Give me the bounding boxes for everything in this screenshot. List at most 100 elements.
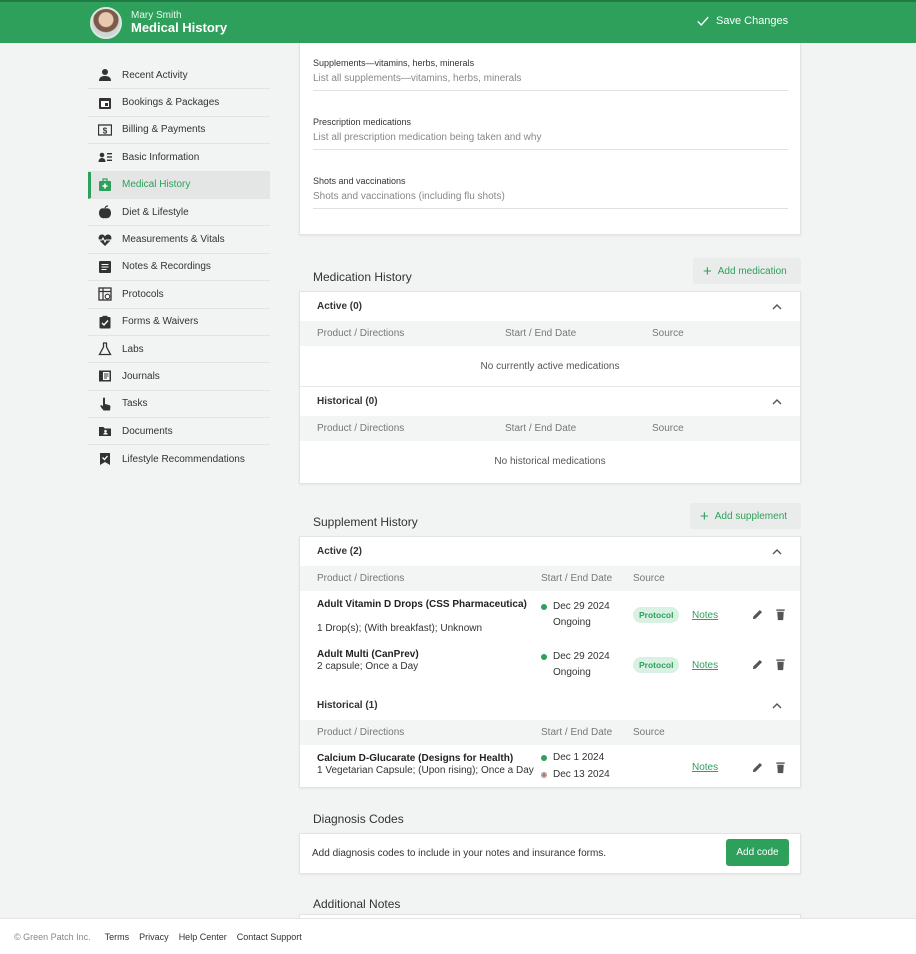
vaccinations-field-label: Shots and vaccinations	[313, 176, 406, 186]
pencil-icon[interactable]	[751, 761, 764, 774]
prescription-field-input[interactable]: List all prescription medication being t…	[313, 132, 788, 150]
supplement-active-header[interactable]: Active (2)	[300, 537, 800, 566]
chevron-up-icon[interactable]	[771, 546, 783, 558]
add-medication-button[interactable]: + Add medication	[693, 258, 801, 284]
footer-link-terms[interactable]: Terms	[105, 932, 130, 942]
trash-icon[interactable]	[774, 608, 787, 621]
sidebar-item-measurements[interactable]: Measurements & Vitals	[88, 226, 270, 254]
end-date: Dec 13 2024	[553, 769, 610, 780]
chevron-up-icon[interactable]	[771, 396, 783, 408]
folder-icon	[98, 424, 112, 438]
sidebar-item-label: Forms & Waivers	[122, 316, 199, 328]
column-dates: Start / End Date	[505, 328, 577, 339]
sidebar-item-tasks[interactable]: Tasks	[88, 391, 270, 419]
pencil-icon[interactable]	[751, 608, 764, 621]
sidebar-item-forms[interactable]: Forms & Waivers	[88, 309, 270, 336]
vaccinations-field-input[interactable]: Shots and vaccinations (including flu sh…	[313, 191, 788, 209]
sidebar-item-medical-history[interactable]: Medical History	[88, 171, 270, 199]
column-product: Product / Directions	[317, 727, 405, 738]
column-source: Source	[633, 727, 665, 738]
footer-link-help-center[interactable]: Help Center	[179, 932, 227, 942]
chevron-up-icon[interactable]	[771, 700, 783, 712]
supplements-field-input[interactable]: List all supplements—vitamins, herbs, mi…	[313, 73, 788, 91]
contact-list-icon	[98, 150, 112, 164]
plus-icon: +	[703, 262, 712, 280]
add-code-button[interactable]: Add code	[726, 839, 789, 866]
notes-link[interactable]: Notes	[692, 762, 718, 773]
sidebar-item-label: Labs	[122, 343, 144, 355]
medication-active-columns: Product / Directions Start / End Date So…	[300, 321, 800, 346]
sidebar-item-diet[interactable]: Diet & Lifestyle	[88, 199, 270, 227]
sidebar-item-label: Protocols	[122, 288, 164, 300]
supplement-historical-header[interactable]: Historical (1)	[300, 691, 800, 720]
copyright: © Green Patch Inc.	[14, 931, 91, 942]
supplement-history-title: Supplement History	[313, 515, 418, 529]
svg-text:$: $	[103, 126, 108, 135]
trash-icon[interactable]	[774, 761, 787, 774]
supplement-directions: 1 Drop(s); (With breakfast); Unknown	[317, 623, 483, 634]
supplement-name: Adult Multi (CanPrev)	[317, 649, 419, 660]
protocol-icon	[98, 287, 112, 301]
footer-link-contact-support[interactable]: Contact Support	[237, 932, 302, 942]
chevron-up-icon[interactable]	[771, 301, 783, 313]
start-date: Dec 29 2024	[553, 601, 610, 612]
trash-icon[interactable]	[774, 658, 787, 671]
hand-pointer-icon	[98, 397, 112, 411]
sidebar-item-billing[interactable]: $ Billing & Payments	[88, 117, 270, 145]
top-bar: Mary Smith Medical History Save Changes	[0, 0, 916, 43]
column-source: Source	[652, 328, 684, 339]
sidebar-item-label: Journals	[122, 370, 160, 382]
pencil-icon[interactable]	[751, 658, 764, 671]
medical-history-form-card: Supplements—vitamins, herbs, minerals Li…	[299, 43, 801, 235]
footer-link-privacy[interactable]: Privacy	[139, 932, 169, 942]
sidebar-item-labs[interactable]: Labs	[88, 336, 270, 364]
prescription-field[interactable]: Prescription medications List all prescr…	[300, 91, 800, 150]
medication-historical-header[interactable]: Historical (0)	[300, 387, 800, 416]
medication-historical-empty: No historical medications	[494, 456, 606, 467]
supplement-row: Adult Multi (CanPrev) 2 capsule; Once a …	[300, 641, 800, 691]
supplement-name: Adult Vitamin D Drops (CSS Pharmaceutica…	[317, 599, 527, 610]
supplement-name: Calcium D-Glucarate (Designs for Health)	[317, 753, 514, 764]
sidebar-item-label: Lifestyle Recommendations	[122, 453, 245, 465]
notes-icon	[98, 260, 112, 274]
supplement-historical-title: Historical (1)	[317, 700, 378, 711]
prescription-field-label: Prescription medications	[313, 117, 412, 127]
bookmark-check-icon	[98, 452, 112, 466]
person-icon	[98, 68, 112, 82]
sidebar-item-lifestyle-recommendations[interactable]: Lifestyle Recommendations	[88, 445, 270, 472]
column-source: Source	[652, 423, 684, 434]
column-source: Source	[633, 573, 665, 584]
supplement-row: Calcium D-Glucarate (Designs for Health)…	[300, 745, 800, 795]
sidebar-item-journals[interactable]: Journals	[88, 363, 270, 391]
sidebar-item-notes[interactable]: Notes & Recordings	[88, 254, 270, 282]
end-date: Ongoing	[553, 667, 591, 678]
medication-history-title: Medication History	[313, 270, 412, 284]
sidebar-item-bookings[interactable]: Bookings & Packages	[88, 89, 270, 117]
supplement-historical-columns: Product / Directions Start / End Date So…	[300, 720, 800, 745]
avatar[interactable]	[90, 7, 122, 39]
plus-icon: +	[700, 507, 709, 525]
sidebar-item-label: Notes & Recordings	[122, 261, 211, 273]
sidebar-item-basic-info[interactable]: Basic Information	[88, 144, 270, 172]
supplements-field[interactable]: Supplements—vitamins, herbs, minerals Li…	[300, 43, 800, 91]
start-date: Dec 29 2024	[553, 651, 610, 662]
medication-historical-columns: Product / Directions Start / End Date So…	[300, 416, 800, 441]
vaccinations-field[interactable]: Shots and vaccinations Shots and vaccina…	[300, 150, 800, 209]
sidebar-item-recent-activity[interactable]: Recent Activity	[88, 62, 270, 90]
medication-active-header[interactable]: Active (0)	[300, 292, 800, 321]
sidebar-item-label: Bookings & Packages	[122, 97, 220, 109]
add-supplement-label: Add supplement	[714, 510, 788, 522]
add-supplement-button[interactable]: + Add supplement	[690, 503, 801, 529]
supplement-active-title: Active (2)	[317, 546, 363, 557]
sidebar-item-label: Documents	[122, 425, 173, 437]
notes-link[interactable]: Notes	[692, 610, 718, 621]
sidebar-item-documents[interactable]: Documents	[88, 418, 270, 446]
supplement-row: Adult Vitamin D Drops (CSS Pharmaceutica…	[300, 591, 800, 641]
diagnosis-codes-title: Diagnosis Codes	[313, 812, 404, 826]
diagnosis-codes-text: Add diagnosis codes to include in your n…	[312, 848, 607, 859]
footer: © Green Patch Inc. Terms Privacy Help Ce…	[0, 918, 916, 954]
sidebar-item-protocols[interactable]: Protocols	[88, 281, 270, 309]
flask-icon	[98, 342, 112, 356]
notes-link[interactable]: Notes	[692, 660, 718, 671]
save-changes-button[interactable]: Save Changes	[696, 14, 788, 28]
